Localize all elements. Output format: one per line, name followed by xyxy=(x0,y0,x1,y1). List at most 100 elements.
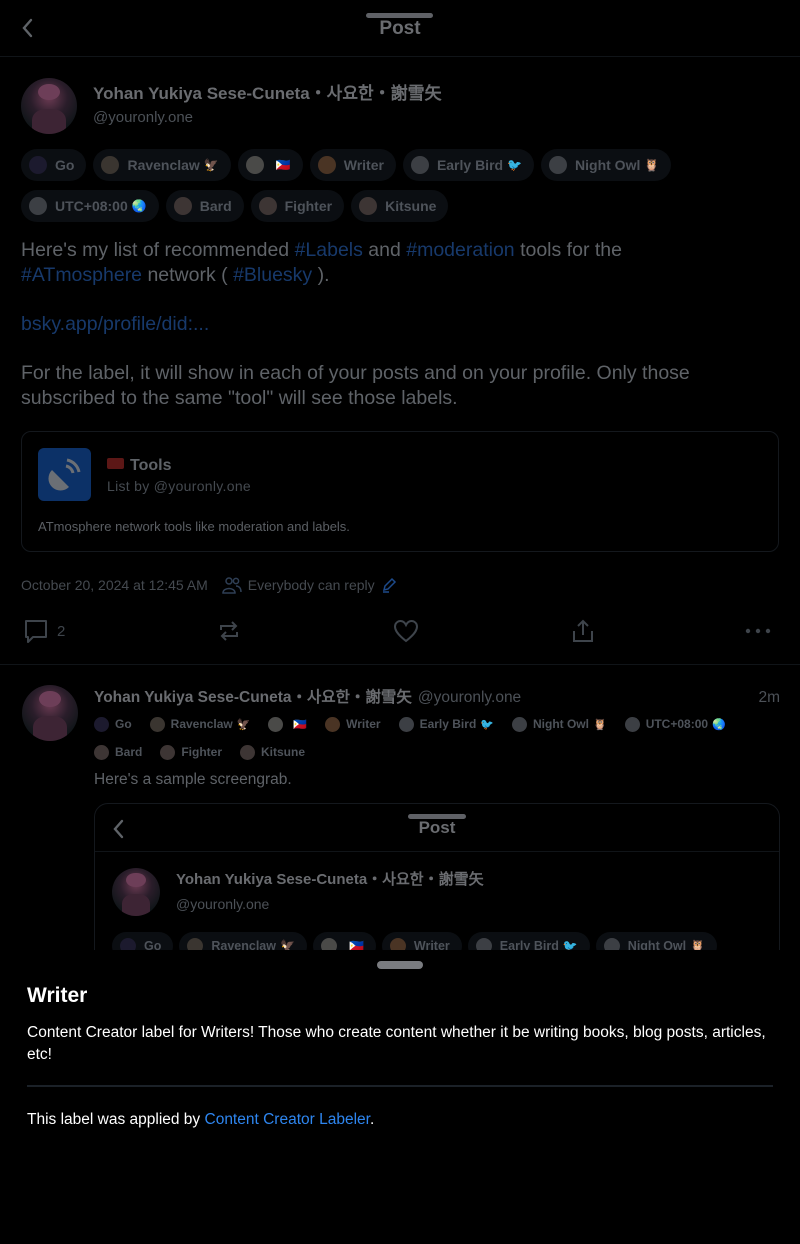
toolbox-icon xyxy=(107,458,124,469)
label-chip-flag: 🇵🇭 xyxy=(312,932,376,950)
globe-icon xyxy=(624,716,640,732)
author-handle[interactable]: @youronly.one xyxy=(93,106,442,130)
pencil-icon[interactable] xyxy=(381,577,397,593)
post-actions: 2 xyxy=(21,608,779,664)
reply-button[interactable]: 2 xyxy=(23,618,65,644)
satellite-dish-icon xyxy=(38,448,91,501)
globe-icon xyxy=(398,716,414,732)
post-meta: October 20, 2024 at 12:45 AM Everybody c… xyxy=(21,576,779,594)
label-chip-night-owl[interactable]: Night Owl 🦉 xyxy=(541,149,672,181)
label-chip-early-bird[interactable]: Early Bird 🐦 xyxy=(402,149,535,181)
reply-time: 2m xyxy=(758,689,780,706)
label-chip-ravenclaw[interactable]: Ravenclaw 🦅 xyxy=(93,149,231,181)
hashtag-labels[interactable]: #Labels xyxy=(295,239,363,261)
reply-post[interactable]: Yohan Yukiya Sese-Cuneta・사요한・謝雪矢 @youron… xyxy=(0,665,800,950)
label-chip-flag[interactable]: 🇵🇭 xyxy=(268,713,307,735)
top-bar: Post xyxy=(0,0,800,57)
like-button[interactable] xyxy=(393,618,419,644)
reply-author-name[interactable]: Yohan Yukiya Sese-Cuneta・사요한・謝雪矢 xyxy=(94,685,412,707)
post-link[interactable]: bsky.app/profile/did:... xyxy=(21,313,209,335)
embed-label-chips: Go Ravenclaw 🦅 🇵🇭 Writer Early Bird 🐦 Nigh… xyxy=(95,932,779,950)
label-chip-fighter[interactable]: Fighter xyxy=(250,190,345,222)
reply-setting[interactable]: Everybody can reply xyxy=(248,577,375,593)
list-byline: List by @youronly.one xyxy=(107,478,251,494)
label-info-sheet: Writer Content Creator label for Writers… xyxy=(0,950,800,1244)
embed-top-bar: Post xyxy=(95,804,779,852)
embed-author-handle: @youronly.one xyxy=(176,896,270,912)
more-options-button[interactable] xyxy=(745,628,771,634)
sheet-drag-handle[interactable] xyxy=(377,961,423,969)
label-chip-bard[interactable]: Bard xyxy=(94,741,142,763)
label-chip-early-bird: Early Bird 🐦 xyxy=(467,932,590,950)
label-avatar-icon xyxy=(120,938,136,950)
label-chips: Go Ravenclaw 🦅 🇵🇭 Writer Early Bird 🐦 Nigh… xyxy=(21,149,779,222)
label-chip-early-bird[interactable]: Early Bird 🐦 xyxy=(398,713,494,735)
label-avatar-icon xyxy=(258,197,277,215)
list-embed-card[interactable]: Tools List by @youronly.one ATmosphere n… xyxy=(21,431,779,552)
label-chip-go[interactable]: Go xyxy=(21,149,87,181)
globe-icon xyxy=(603,938,620,950)
reply-text: Here's a sample screengrab. xyxy=(94,771,292,788)
label-chip-bard[interactable]: Bard xyxy=(165,190,244,222)
heart-icon xyxy=(393,618,419,644)
repost-button[interactable] xyxy=(216,618,242,644)
globe-icon xyxy=(29,197,47,215)
label-avatar-icon xyxy=(245,156,264,174)
sheet-description: Content Creator label for Writers! Those… xyxy=(27,1024,766,1063)
label-chip-writer[interactable]: Writer xyxy=(325,713,381,735)
label-avatar-icon xyxy=(101,156,120,174)
label-avatar-icon xyxy=(320,938,337,950)
avatar[interactable] xyxy=(21,78,77,134)
share-button[interactable] xyxy=(570,618,596,644)
label-avatar-icon xyxy=(359,197,378,215)
label-chip-writer[interactable]: Writer xyxy=(309,149,396,181)
label-chip-ravenclaw[interactable]: Ravenclaw 🦅 xyxy=(149,713,250,735)
avatar[interactable] xyxy=(22,685,78,741)
reply-label-chips: Go Ravenclaw 🦅 🇵🇭 Writer Early Bird 🐦 Nigh… xyxy=(94,713,780,763)
reply-count: 2 xyxy=(57,622,66,640)
label-avatar-icon xyxy=(240,744,256,760)
label-chip-flag[interactable]: 🇵🇭 xyxy=(237,149,303,181)
label-avatar-icon xyxy=(187,938,204,950)
embedded-image[interactable]: Post Yohan Yukiya Sese-Cuneta・사요한・謝雪矢 @y… xyxy=(94,803,780,950)
globe-icon xyxy=(511,716,527,732)
share-icon xyxy=(570,618,596,644)
label-chip-utc[interactable]: UTC+08:00 🌏 xyxy=(21,190,159,222)
divider xyxy=(27,1085,773,1087)
label-chip-night-owl[interactable]: Night Owl 🦉 xyxy=(511,713,607,735)
page-title: Post xyxy=(379,18,421,39)
ellipsis-icon xyxy=(745,628,771,634)
label-avatar-icon xyxy=(29,156,47,174)
hashtag-moderation[interactable]: #moderation xyxy=(406,239,514,261)
hashtag-bluesky[interactable]: #Bluesky xyxy=(233,264,312,286)
sheet-title: Writer xyxy=(27,984,88,1007)
label-avatar-icon xyxy=(317,156,336,174)
list-description: ATmosphere network tools like moderation… xyxy=(38,519,350,534)
hashtag-atmosphere[interactable]: #ATmosphere xyxy=(21,264,142,286)
globe-icon xyxy=(549,156,568,174)
author-name[interactable]: Yohan Yukiya Sese-Cuneta・사요한・謝雪矢 xyxy=(93,82,442,106)
label-avatar-icon xyxy=(389,938,406,950)
reply-author-handle[interactable]: @youronly.one xyxy=(418,689,521,707)
label-chip-go: Go xyxy=(112,932,174,950)
labeler-link[interactable]: Content Creator Labeler xyxy=(205,1111,370,1128)
label-avatar-icon xyxy=(94,716,109,732)
label-avatar-icon xyxy=(325,716,341,732)
label-avatar-icon xyxy=(149,716,165,732)
post-author[interactable]: Yohan Yukiya Sese-Cuneta・사요한・謝雪矢 @youron… xyxy=(21,77,779,135)
globe-icon xyxy=(475,938,492,950)
label-chip-utc[interactable]: UTC+08:00 🌏 xyxy=(624,713,726,735)
embed-author-name: Yohan Yukiya Sese-Cuneta・사요한・謝雪矢 xyxy=(176,871,484,888)
label-chip-night-owl: Night Owl 🦉 xyxy=(595,932,718,950)
label-chip-ravenclaw: Ravenclaw 🦅 xyxy=(179,932,307,950)
post-body: Here's my list of recommended #Labels an… xyxy=(21,238,779,411)
label-chip-writer: Writer xyxy=(381,932,462,950)
label-avatar-icon xyxy=(94,744,109,760)
label-chip-fighter[interactable]: Fighter xyxy=(160,741,222,763)
label-chip-kitsune[interactable]: Kitsune xyxy=(240,741,305,763)
repost-icon xyxy=(216,618,242,644)
label-chip-go[interactable]: Go xyxy=(94,713,132,735)
list-title: Tools xyxy=(107,456,251,475)
embed-title: Post xyxy=(418,818,456,837)
label-chip-kitsune[interactable]: Kitsune xyxy=(351,190,449,222)
